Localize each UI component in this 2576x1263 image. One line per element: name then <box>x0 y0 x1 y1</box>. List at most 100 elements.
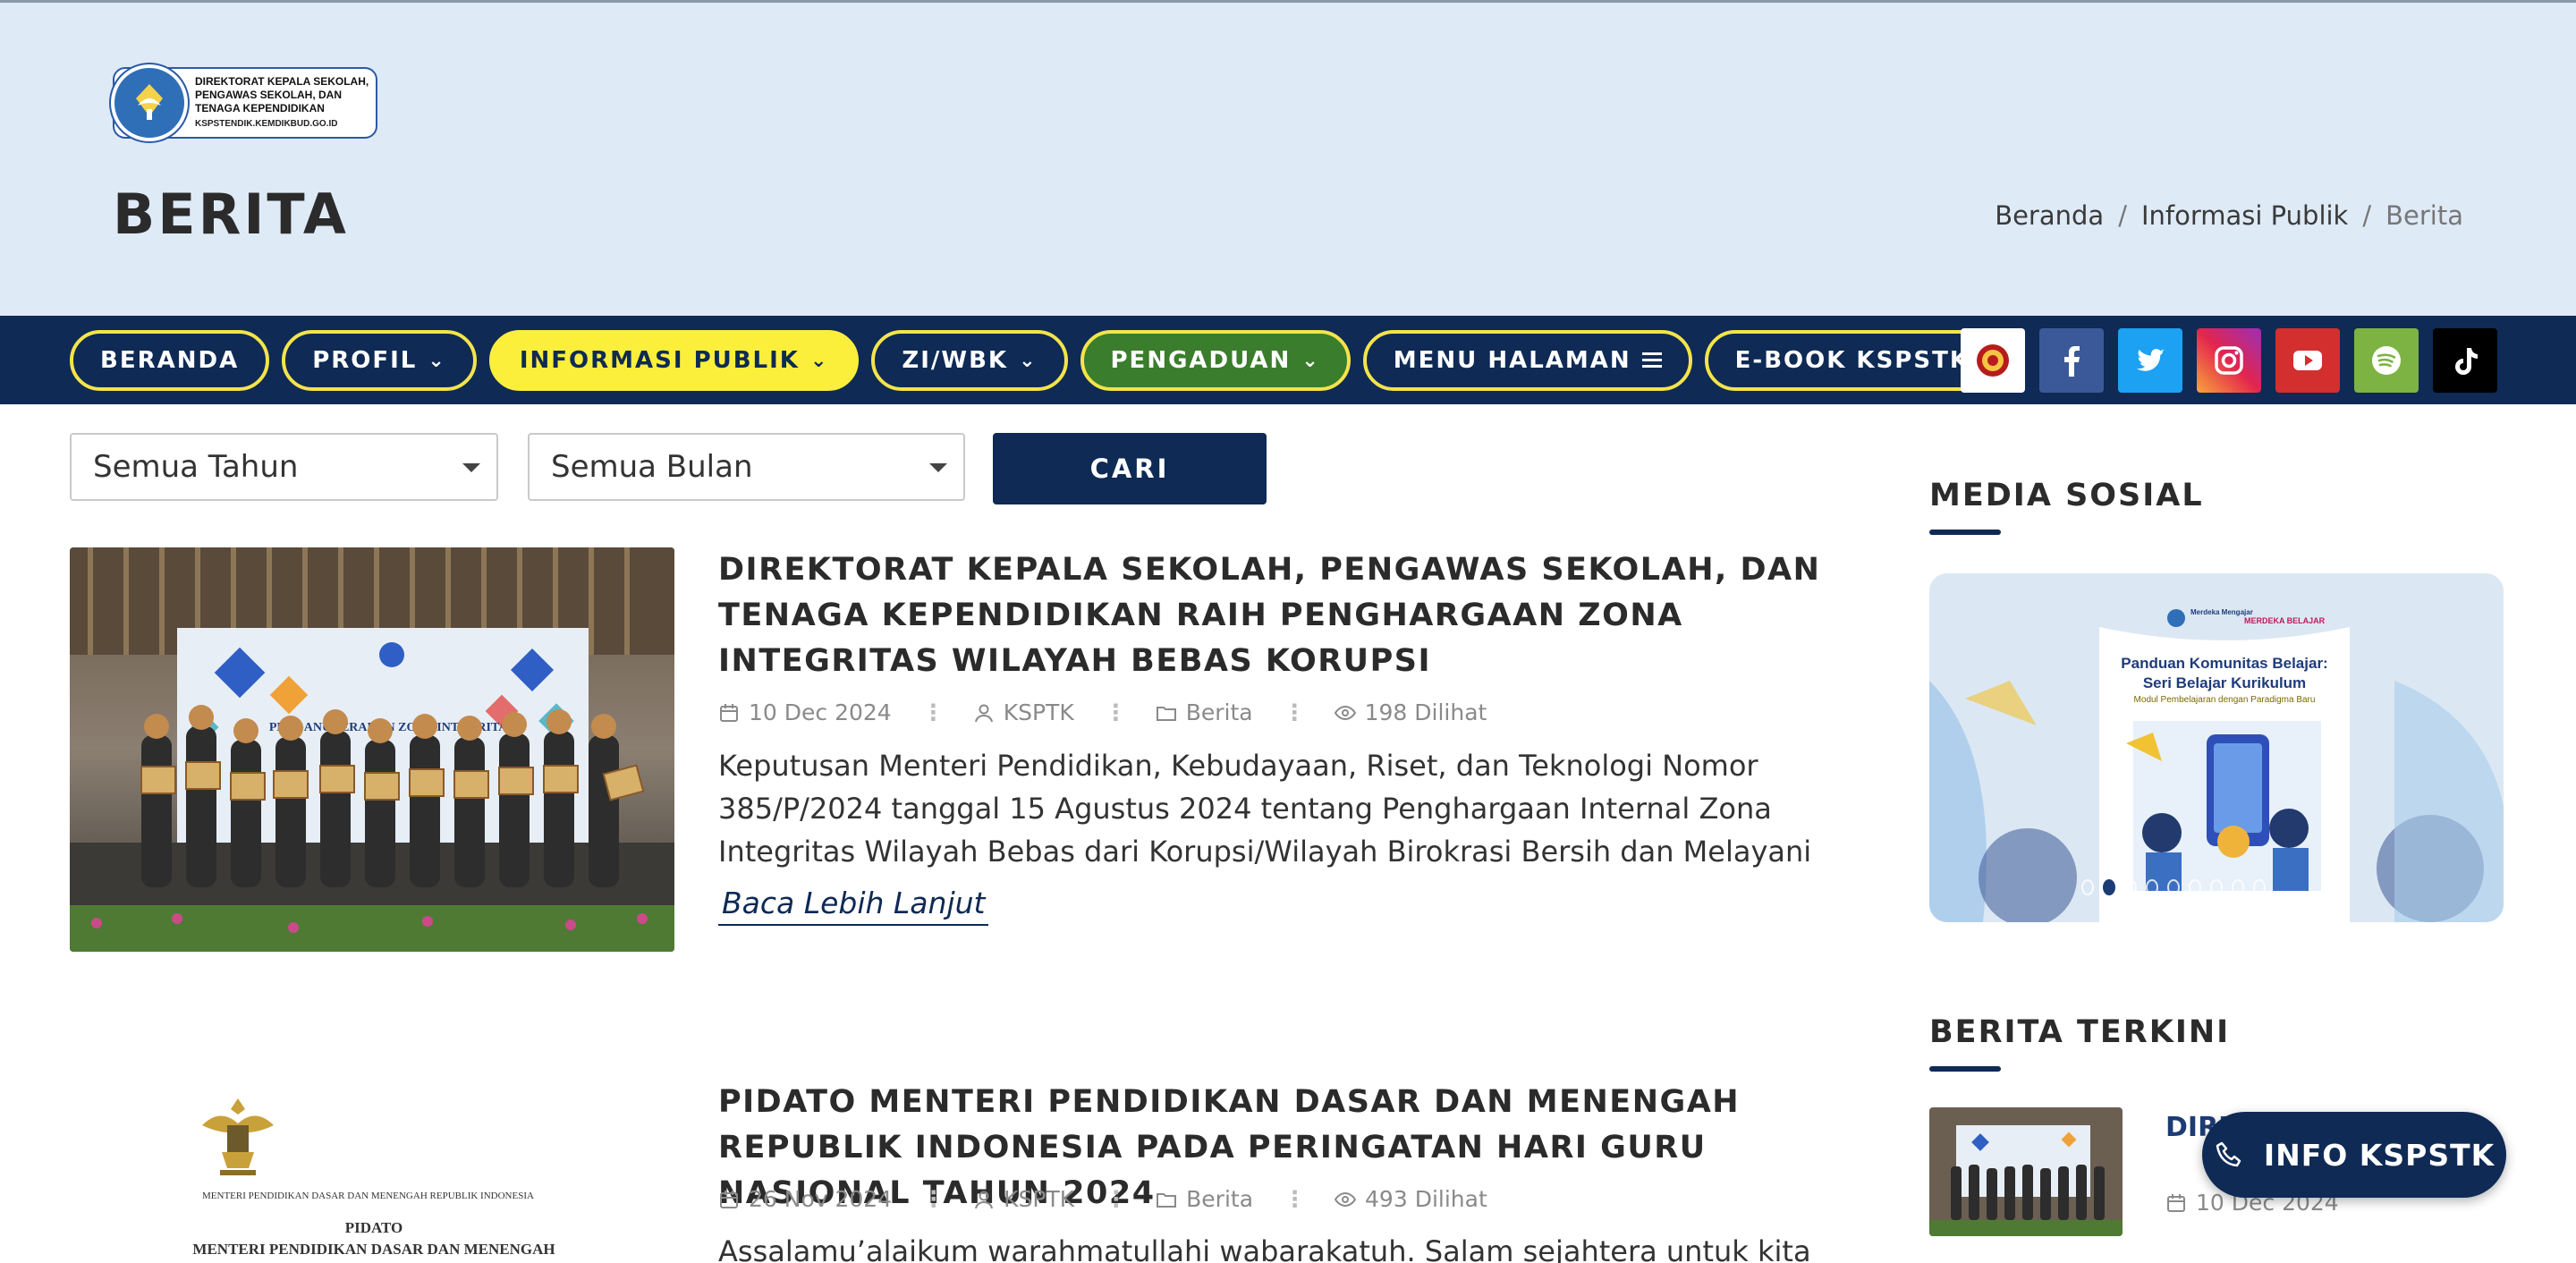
article-views: 198 Dilihat <box>1334 699 1487 725</box>
carousel-dot[interactable] <box>2124 879 2137 895</box>
instagram-icon[interactable] <box>2197 328 2261 393</box>
article-thumbnail[interactable]: MENTERI PENDIDIKAN DASAR DAN MENENGAH RE… <box>70 1073 674 1263</box>
info-kspstk-button[interactable]: INFO KSPSTK <box>2202 1112 2506 1198</box>
caret-down-icon <box>929 463 947 472</box>
month-select-value: Semua Bulan <box>551 449 753 485</box>
spotify-icon[interactable] <box>2354 328 2419 393</box>
article-excerpt: Keputusan Menteri Pendidikan, Kebudayaan… <box>718 749 1812 869</box>
heading-underline <box>1929 1066 2001 1072</box>
twitter-icon[interactable] <box>2118 328 2182 393</box>
logo-line-2: PENGAWAS SEKOLAH, DAN <box>195 89 343 101</box>
nav-profil[interactable]: PROFIL ⌄ <box>282 330 477 391</box>
article-category-text: Berita <box>1186 1186 1254 1212</box>
article-category-text: Berita <box>1185 699 1253 725</box>
meta-divider: ⋮ <box>921 699 945 725</box>
youtube-icon[interactable] <box>2275 328 2340 393</box>
institution-badge-icon[interactable] <box>1961 328 2025 393</box>
carousel-dot[interactable] <box>2210 879 2223 895</box>
carousel-dot[interactable] <box>2253 879 2266 895</box>
info-button-label: INFO KSPSTK <box>2263 1137 2496 1173</box>
chevron-down-icon: ⌄ <box>1301 349 1320 372</box>
poster-title: Panduan Komunitas Belajar: Seri Belajar … <box>2121 655 2328 691</box>
read-more-link[interactable]: Baca Lebih Lanjut <box>718 886 989 926</box>
article-author: KSPTK <box>973 1186 1074 1212</box>
nav-zi-wbk[interactable]: ZI/WBK ⌄ <box>871 330 1068 391</box>
folder-icon <box>1157 1192 1177 1208</box>
nav-label: INFORMASI PUBLIK <box>519 347 800 374</box>
article-views: 493 Dilihat <box>1335 1186 1487 1212</box>
site-logo[interactable]: DIREKTORAT KEPALA SEKOLAH, PENGAWAS SEKO… <box>111 64 377 141</box>
thumb-heading-2: MENTERI PENDIDIKAN DASAR DAN MENENGAH <box>192 1241 555 1258</box>
nav-e-book[interactable]: E-BOOK KSPSTK <box>1704 330 2000 391</box>
nav-informasi-publik[interactable]: INFORMASI PUBLIK ⌄ <box>488 330 860 391</box>
article-author-text: KSPTK <box>1003 699 1074 725</box>
carousel-dot-active[interactable] <box>2103 879 2115 895</box>
breadcrumb-informasi-publik[interactable]: Informasi Publik <box>2141 200 2348 231</box>
facebook-icon[interactable] <box>2039 328 2104 393</box>
logo-url: KSPSTENDIK.KEMDIKBUD.GO.ID <box>195 119 338 129</box>
article-date: 26 Nov 2024 <box>718 1186 892 1212</box>
article-thumbnail[interactable]: PENGANUGERAHAN ZONA INTEGRITAS <box>70 547 674 952</box>
chevron-down-icon: ⌄ <box>428 349 446 372</box>
carousel-dot[interactable] <box>2146 879 2158 895</box>
logo-line-3: TENAGA KEPENDIDIKAN <box>195 102 325 114</box>
article-meta: 10 Dec 2024 ⋮ KSPTK ⋮ Berita ⋮ 198 Dilih… <box>718 699 1487 725</box>
article-title[interactable]: DIREKTORAT KEPALA SEKOLAH, PENGAWAS SEKO… <box>718 547 1899 684</box>
article-views-text: 493 Dilihat <box>1365 1186 1487 1212</box>
breadcrumb-home[interactable]: Beranda <box>1995 200 2104 231</box>
article-category[interactable]: Berita <box>1156 699 1253 725</box>
thumb-heading: PIDATO <box>345 1219 403 1236</box>
article-author-text: KSPTK <box>1004 1186 1075 1212</box>
carousel-dot[interactable] <box>2081 879 2094 895</box>
page-header: DIREKTORAT KEPALA SEKOLAH, PENGAWAS SEKO… <box>0 3 2576 316</box>
meta-divider: ⋮ <box>1104 699 1127 725</box>
logo-line-1: DIREKTORAT KEPALA SEKOLAH, <box>195 75 369 88</box>
nav-label: PROFIL <box>312 347 418 374</box>
meta-divider: ⋮ <box>1105 1186 1127 1212</box>
article-date-text: 26 Nov 2024 <box>749 1186 893 1212</box>
media-carousel[interactable]: Merdeka Mengajar MERDEKA BELAJAR Panduan… <box>1929 573 2504 922</box>
main-navigation: BERANDA PROFIL ⌄ INFORMASI PUBLIK ⌄ ZI/W… <box>0 316 2576 404</box>
poster-subtitle: Modul Pembelajaran dengan Paradigma Baru <box>2133 695 2316 705</box>
thumb-caption: MENTERI PENDIDIKAN DASAR DAN MENENGAH RE… <box>202 1191 534 1201</box>
carousel-dot[interactable] <box>2167 879 2180 895</box>
breadcrumb-separator: / <box>2118 200 2127 231</box>
recent-news-thumbnail[interactable] <box>1929 1107 2123 1236</box>
search-button[interactable]: CARI <box>993 433 1267 504</box>
carousel-dot[interactable] <box>2232 879 2244 895</box>
media-sosial-heading: MEDIA SOSIAL <box>1929 478 2204 513</box>
eye-icon <box>1334 705 1356 720</box>
nav-menu-halaman[interactable]: MENU HALAMAN <box>1362 330 1692 391</box>
article-excerpt: Assalamu’alaikum warahmatullahi wabaraka… <box>718 1234 1811 1263</box>
tiktok-icon[interactable] <box>2433 328 2497 393</box>
nav-label: PENGADUAN <box>1110 347 1292 374</box>
berita-terkini-heading: BERITA TERKINI <box>1929 1014 2231 1050</box>
year-select[interactable]: Semua Tahun <box>70 433 498 501</box>
carousel-dot[interactable] <box>2189 879 2201 895</box>
month-select[interactable]: Semua Bulan <box>528 433 965 501</box>
article-views-text: 198 Dilihat <box>1364 699 1487 725</box>
poster-brand-2: MERDEKA BELAJAR <box>2244 616 2326 625</box>
nav-label: BERANDA <box>100 347 240 374</box>
article-category[interactable]: Berita <box>1156 1186 1253 1212</box>
article-meta: 26 Nov 2024 ⋮ KSPTK ⋮ Berita ⋮ 493 Dilih… <box>718 1186 1487 1212</box>
meta-divider: ⋮ <box>922 1186 945 1212</box>
nav-pengaduan[interactable]: PENGADUAN ⌄ <box>1080 330 1351 391</box>
breadcrumb: Beranda / Informasi Publik / Berita <box>1995 200 2463 231</box>
article-date-text: 10 Dec 2024 <box>749 699 892 725</box>
nav-label: E-BOOK KSPSTK <box>1734 347 1970 374</box>
carousel-indicators <box>2081 879 2266 895</box>
nav-label: MENU HALAMAN <box>1393 347 1631 374</box>
calendar-icon <box>720 703 738 722</box>
calendar-icon <box>720 1190 738 1208</box>
article-date: 10 Dec 2024 <box>718 699 892 725</box>
user-icon <box>974 704 993 722</box>
page-title: BERITA <box>113 182 349 247</box>
breadcrumb-current: Berita <box>2385 200 2463 231</box>
tut-wuri-handayani-icon <box>111 64 188 141</box>
garuda-emblem-document: MENTERI PENDIDIKAN DASAR DAN MENENGAH RE… <box>70 1073 674 1263</box>
eye-icon <box>1335 1191 1357 1207</box>
chevron-down-icon: ⌄ <box>809 349 829 372</box>
social-links <box>1961 328 2497 393</box>
nav-beranda[interactable]: BERANDA <box>70 330 270 391</box>
